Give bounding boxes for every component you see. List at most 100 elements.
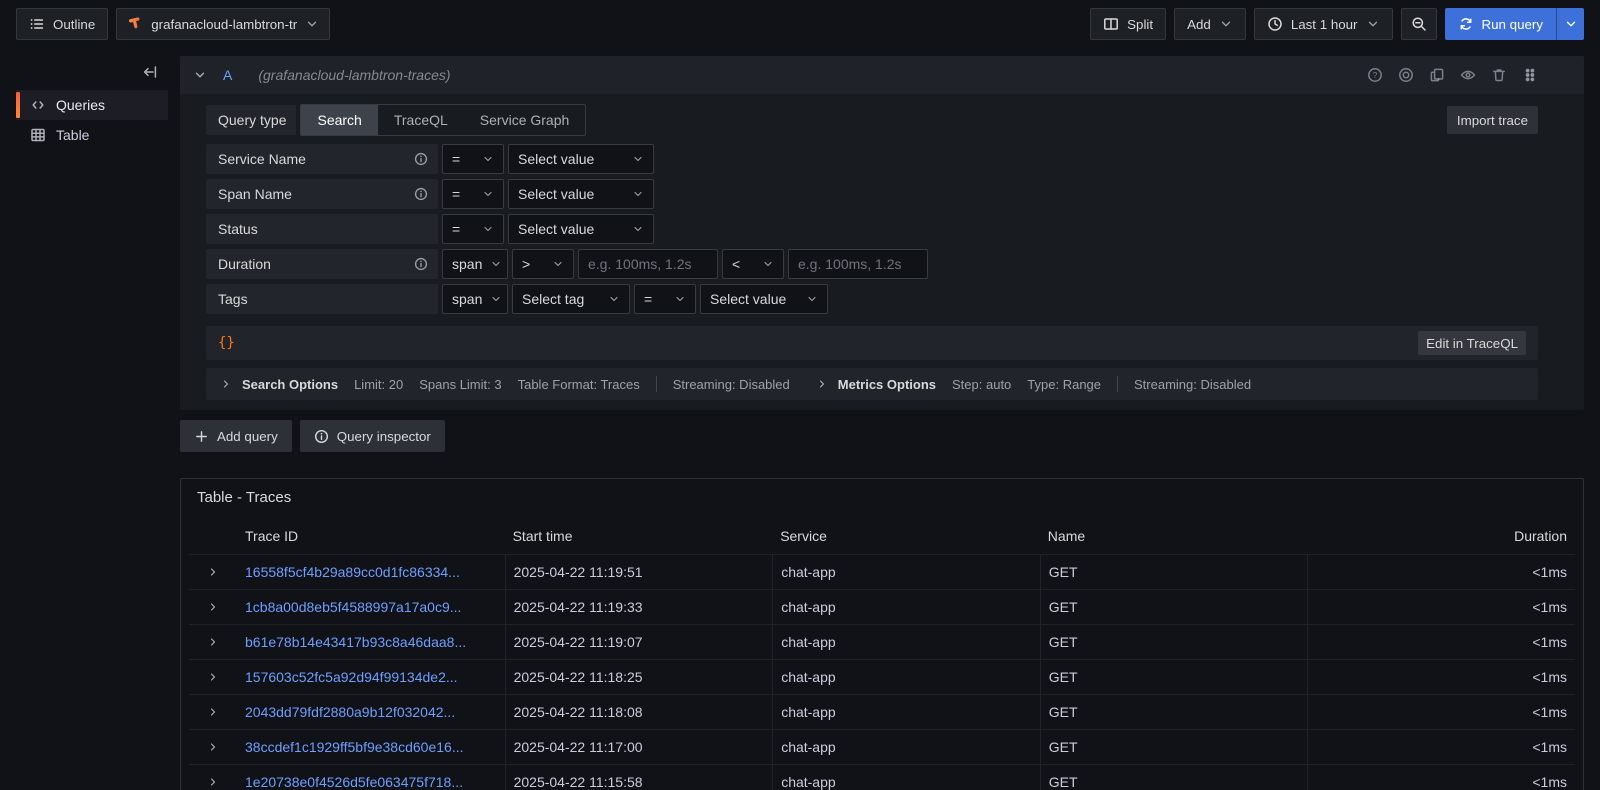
trace-id-cell: 157603c52fc5a92d94f99134de2...: [237, 659, 505, 694]
top-bar: Outline grafanacloud-lambtron-tr: [0, 0, 1600, 48]
add-query-label: Add query: [217, 429, 278, 444]
chevron-down-icon: [674, 293, 686, 305]
chevron-down-icon: [482, 153, 494, 165]
span-name-operator-select[interactable]: =: [442, 179, 504, 209]
sidebar-item-queries[interactable]: Queries: [16, 90, 168, 120]
service-cell: chat-app: [772, 694, 1040, 729]
explore-page: Outline grafanacloud-lambtron-tr: [0, 0, 1600, 790]
tags-tag-select[interactable]: Select tag: [512, 284, 630, 314]
query-options-row: Search Options Limit: 20 Spans Limit: 3 …: [206, 368, 1538, 400]
start-time-cell: 2025-04-22 11:17:00: [505, 729, 773, 764]
add-query-button[interactable]: Add query: [180, 420, 292, 452]
service-cell: chat-app: [772, 764, 1040, 790]
status-operator-select[interactable]: =: [442, 214, 504, 244]
trace-id-cell: 1e20738e0f4526d5fe063475f718...: [237, 764, 505, 790]
outline-button[interactable]: Outline: [16, 8, 108, 40]
edit-in-traceql-button[interactable]: Edit in TraceQL: [1418, 331, 1526, 355]
collapse-outline-button[interactable]: [16, 60, 168, 90]
table-grid-icon: [30, 127, 46, 143]
split-label: Split: [1127, 17, 1153, 32]
chevron-down-icon: [482, 223, 494, 235]
row-expander[interactable]: [189, 694, 237, 729]
duration-cell: <1ms: [1307, 694, 1575, 729]
collapse-query-chevron-icon[interactable]: [193, 68, 207, 82]
trace-id-link[interactable]: b61e78b14e43417b93c8a46daa8...: [245, 634, 466, 650]
sidebar-item-table[interactable]: Table: [16, 120, 168, 150]
chevron-down-icon: [762, 258, 774, 270]
row-expander[interactable]: [189, 554, 237, 589]
info-icon: [414, 187, 428, 201]
column-header-trace-id[interactable]: Trace ID: [237, 522, 505, 554]
time-zoom-out-button[interactable]: [1401, 8, 1437, 40]
duration-max-input[interactable]: [788, 249, 928, 279]
tags-scope-select[interactable]: span: [442, 284, 508, 314]
duration-cell: <1ms: [1307, 624, 1575, 659]
trace-id-cell: 2043dd79fdf2880a9b12f032042...: [237, 694, 505, 729]
duplicate-query-icon[interactable]: [1429, 67, 1445, 83]
duration-cell: <1ms: [1307, 729, 1575, 764]
duration-min-operator-select[interactable]: >: [512, 249, 574, 279]
help-icon[interactable]: ?: [1367, 67, 1383, 83]
record-query-icon[interactable]: [1398, 67, 1414, 83]
start-time-cell: 2025-04-22 11:18:08: [505, 694, 773, 729]
import-trace-button[interactable]: Import trace: [1447, 106, 1538, 134]
search-options-toggle[interactable]: Search Options: [220, 377, 338, 392]
run-query-caret-button[interactable]: [1556, 8, 1584, 40]
trace-id-link[interactable]: 2043dd79fdf2880a9b12f032042...: [245, 704, 455, 720]
tags-value-select[interactable]: Select value: [700, 284, 828, 314]
filter-row-service-name: Service Name = Select value: [206, 144, 1538, 174]
options-divider: [1117, 376, 1118, 392]
chevron-down-icon: [305, 17, 319, 31]
duration-min-input[interactable]: [578, 249, 718, 279]
span-name-value-select[interactable]: Select value: [508, 179, 654, 209]
query-inspector-button[interactable]: Query inspector: [300, 420, 445, 452]
column-header-service[interactable]: Service: [772, 522, 1040, 554]
trace-id-cell: 16558f5cf4b29a89cc0d1fc86334...: [237, 554, 505, 589]
tempo-logo-icon: [127, 15, 143, 34]
column-header-name[interactable]: Name: [1040, 522, 1308, 554]
datasource-picker[interactable]: grafanacloud-lambtron-tr: [116, 8, 330, 40]
trace-id-link[interactable]: 38ccdef1c1929ff5bf9e38cd60e16...: [245, 739, 463, 755]
duration-cell: <1ms: [1307, 659, 1575, 694]
start-time-cell: 2025-04-22 11:19:51: [505, 554, 773, 589]
row-expander[interactable]: [189, 624, 237, 659]
run-query-button[interactable]: Run query: [1445, 8, 1557, 40]
column-header-start-time[interactable]: Start time: [505, 522, 773, 554]
status-value-select[interactable]: Select value: [508, 214, 654, 244]
split-button[interactable]: Split: [1090, 8, 1166, 40]
toggle-visibility-eye-icon[interactable]: [1460, 67, 1476, 83]
row-expander[interactable]: [189, 659, 237, 694]
duration-max-operator-select[interactable]: <: [722, 249, 784, 279]
header-expander-spacer: [189, 522, 237, 554]
start-time-cell: 2025-04-22 11:18:25: [505, 659, 773, 694]
tags-operator-select[interactable]: =: [634, 284, 696, 314]
row-expander[interactable]: [189, 729, 237, 764]
service-name-value-select[interactable]: Select value: [508, 144, 654, 174]
filter-row-tags: Tags span Select tag =: [206, 284, 1538, 314]
plus-icon: [194, 429, 209, 444]
query-type-traceql[interactable]: TraceQL: [378, 105, 464, 135]
query-type-search[interactable]: Search: [301, 105, 377, 135]
add-dropdown-button[interactable]: Add: [1174, 8, 1246, 40]
metrics-options-toggle[interactable]: Metrics Options: [816, 377, 936, 392]
info-circle-icon: [314, 429, 329, 444]
service-cell: chat-app: [772, 554, 1040, 589]
drag-handle-icon[interactable]: [1522, 67, 1538, 83]
search-streaming-stat: Streaming: Disabled: [673, 377, 790, 392]
remove-query-trash-icon[interactable]: [1491, 67, 1507, 83]
metrics-type-stat: Type: Range: [1027, 377, 1101, 392]
row-expander[interactable]: [189, 589, 237, 624]
query-ref-id[interactable]: A: [223, 67, 232, 83]
trace-id-link[interactable]: 1e20738e0f4526d5fe063475f718...: [245, 774, 463, 790]
trace-id-link[interactable]: 157603c52fc5a92d94f99134de2...: [245, 669, 458, 685]
query-type-label: Query type: [206, 105, 296, 135]
trace-id-link[interactable]: 1cb8a00d8eb5f4588997a17a0c9...: [245, 599, 461, 615]
trace-id-link[interactable]: 16558f5cf4b29a89cc0d1fc86334...: [245, 564, 460, 580]
query-type-service-graph[interactable]: Service Graph: [464, 105, 585, 135]
time-range-picker[interactable]: Last 1 hour: [1254, 8, 1393, 40]
sync-icon: [1458, 16, 1474, 32]
service-name-operator-select[interactable]: =: [442, 144, 504, 174]
row-expander[interactable]: [189, 764, 237, 790]
column-header-duration[interactable]: Duration: [1307, 522, 1575, 554]
duration-scope-select[interactable]: span: [442, 249, 508, 279]
